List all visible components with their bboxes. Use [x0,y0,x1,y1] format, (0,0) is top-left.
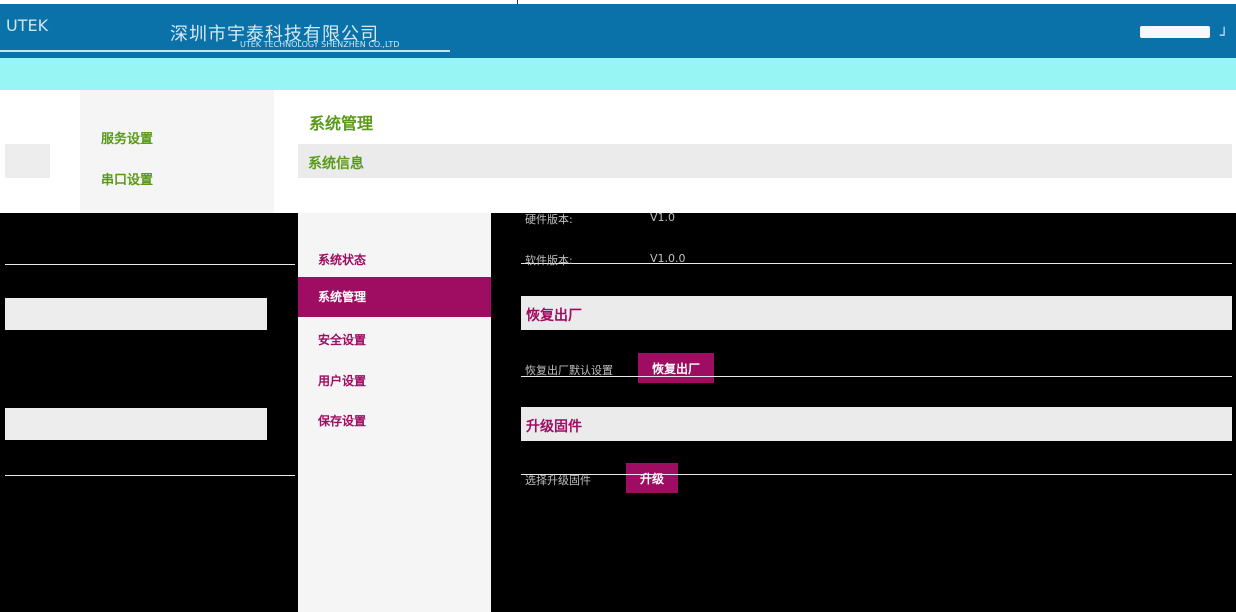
hardware-version-label: 硬件版本: [525,213,573,226]
nav-item-serial-settings[interactable]: 串口设置 [101,169,153,188]
divider [521,376,1232,377]
logo-underline [0,50,450,52]
left-bar [5,408,267,440]
system-info-section: 系统信息 [298,144,1232,178]
submenu-save-settings[interactable]: 保存设置 [318,412,366,429]
software-version-value: V1.0.0 [650,252,686,265]
submenu-user-settings[interactable]: 用户设置 [318,372,366,389]
left-bar [5,298,267,330]
divider [5,475,295,476]
upgrade-button[interactable]: 升级 [626,463,679,493]
submenu-system-management[interactable]: 系统管理 [298,277,491,317]
left-nav-marker [5,144,50,178]
divider [521,263,1232,264]
left-nav-panel [80,90,274,213]
header-right-bar [1140,26,1210,38]
header-banner: UTEK 深圳市宇泰科技有限公司 UTEK TECHNOLOGY SHENZHE… [0,4,1236,58]
hardware-version-value: V1.0 [650,211,676,224]
submenu-security-settings[interactable]: 安全设置 [318,331,366,348]
submenu-system-status[interactable]: 系统状态 [318,251,366,268]
divider [521,474,1232,475]
header-strip [0,58,1236,90]
upgrade-firmware-title: 升级固件 [526,419,582,435]
nav-item-service-settings[interactable]: 服务设置 [101,128,153,147]
header-right-icon: ┘ [1220,28,1229,44]
company-name-en: UTEK TECHNOLOGY SHENZHEN CO.,LTD [240,40,400,49]
company-logo-icon: UTEK [6,16,49,35]
page-title: 系统管理 [309,114,374,133]
divider [5,264,295,265]
upgrade-firmware-section: 升级固件 [521,407,1232,441]
system-submenu: 系统状态 系统管理 安全设置 用户设置 保存设置 [298,213,491,612]
factory-reset-button[interactable]: 恢复出厂 [638,353,715,383]
section-title: 系统信息 [308,156,364,172]
software-version-label: 软件版本: [525,254,573,267]
factory-reset-section: 恢复出厂 [521,296,1232,330]
factory-reset-title: 恢复出厂 [526,308,582,324]
